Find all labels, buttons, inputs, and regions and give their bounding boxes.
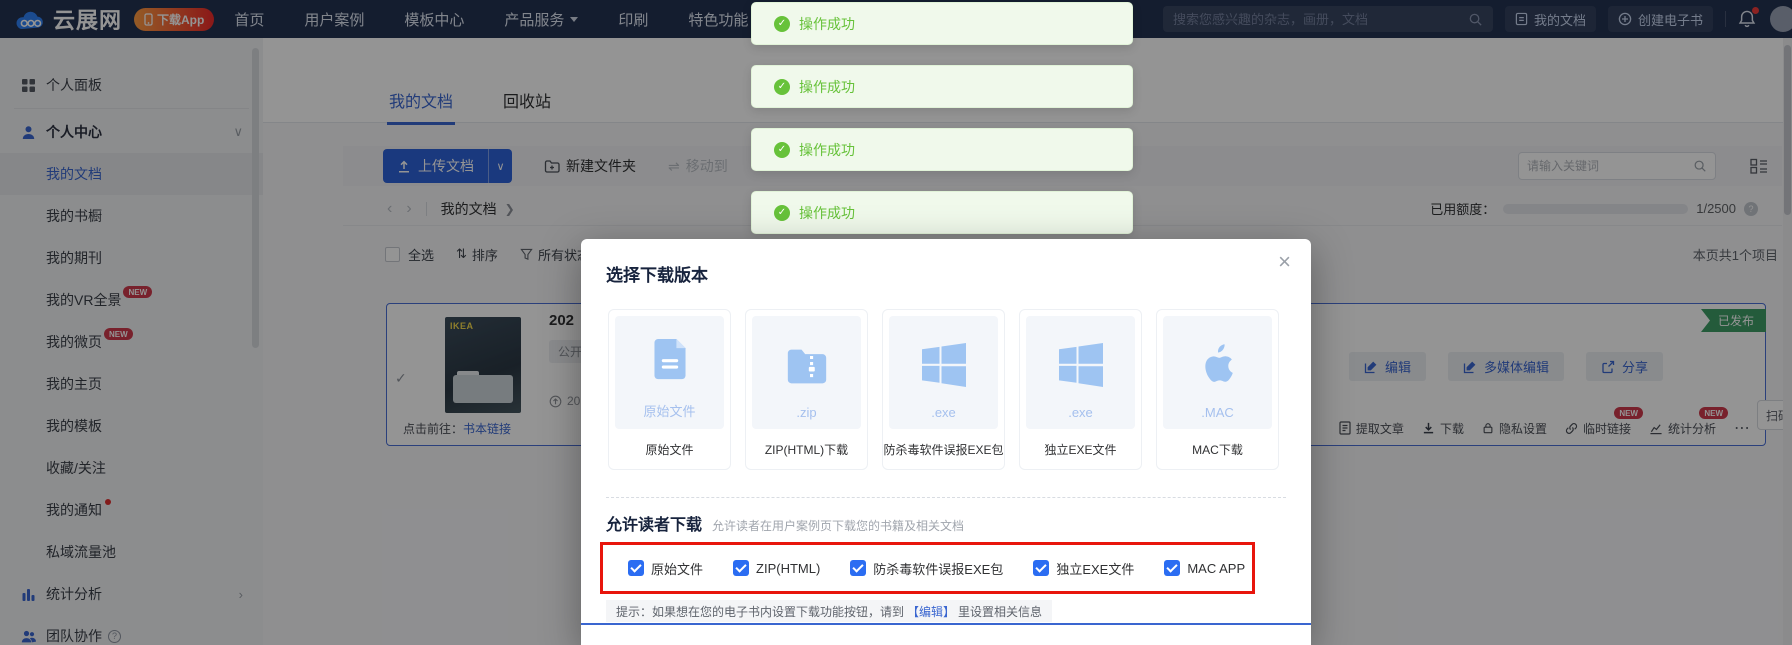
option-caption: 独立EXE文件 xyxy=(1020,441,1141,458)
checkbox-label: 原始文件 xyxy=(651,559,703,578)
option-caption: ZIP(HTML)下载 xyxy=(746,441,867,458)
dashed-divider xyxy=(606,497,1286,498)
toast-message: 操作成功 xyxy=(799,140,855,160)
success-toast: ✓ 操作成功 xyxy=(751,191,1133,234)
success-check-icon: ✓ xyxy=(774,16,790,32)
apple-icon xyxy=(1198,341,1238,392)
option-panel: .MAC xyxy=(1163,316,1272,429)
checkbox-label: 防杀毒软件误报EXE包 xyxy=(873,559,1003,578)
success-toast: ✓ 操作成功 xyxy=(751,65,1133,108)
toast-message: 操作成功 xyxy=(799,77,855,97)
success-toast: ✓ 操作成功 xyxy=(751,2,1133,45)
allow-description: 允许读者在用户案例页下载您的书籍及相关文档 xyxy=(712,517,964,534)
success-toast: ✓ 操作成功 xyxy=(751,128,1133,171)
checkbox-checked-icon[interactable] xyxy=(850,560,866,576)
modal-title: 选择下载版本 xyxy=(606,261,708,286)
checkbox-standalone-exe[interactable]: 独立EXE文件 xyxy=(1033,559,1134,578)
option-tag: .MAC xyxy=(1201,405,1234,420)
close-icon[interactable]: × xyxy=(1278,251,1291,273)
option-panel: .exe xyxy=(1026,316,1135,429)
checkbox-label: 独立EXE文件 xyxy=(1056,559,1134,578)
allow-download-section: 允许读者下载 允许读者在用户案例页下载您的书籍及相关文档 xyxy=(606,511,964,535)
modal-divider xyxy=(581,623,1311,625)
option-antivirus-exe[interactable]: .exe 防杀毒软件误报EXE包 xyxy=(882,309,1005,470)
option-panel: .exe xyxy=(889,316,998,429)
option-caption: 防杀毒软件误报EXE包 xyxy=(883,441,1004,458)
download-version-modal: × 选择下载版本 原始文件 原始文件 .zip ZIP xyxy=(581,239,1311,645)
option-mac[interactable]: .MAC MAC下载 xyxy=(1156,309,1279,470)
tip-text: 提示：如果想在您的电子书内设置下载功能按钮，请到 xyxy=(616,603,904,620)
option-original-file[interactable]: 原始文件 原始文件 xyxy=(608,309,731,470)
windows-icon xyxy=(1059,343,1103,392)
option-standalone-exe[interactable]: .exe 独立EXE文件 xyxy=(1019,309,1142,470)
option-panel: .zip xyxy=(752,316,861,429)
checkbox-antivirus-exe[interactable]: 防杀毒软件误报EXE包 xyxy=(850,559,1003,578)
toast-message: 操作成功 xyxy=(799,203,855,223)
option-caption: 原始文件 xyxy=(609,441,730,458)
download-options: 原始文件 原始文件 .zip ZIP(HTML)下载 .ex xyxy=(608,309,1279,470)
option-zip[interactable]: .zip ZIP(HTML)下载 xyxy=(745,309,868,470)
option-tag: 原始文件 xyxy=(643,401,695,420)
option-panel: 原始文件 xyxy=(615,316,724,429)
windows-icon xyxy=(922,343,966,392)
option-tag: .exe xyxy=(931,405,956,420)
app-window: 云展网 下载App 首页 用户案例 模板中心 产品服务 印刷 特色功能 我的文档 xyxy=(0,0,1792,645)
option-tag: .zip xyxy=(796,405,816,420)
tip-text: 里设置相关信息 xyxy=(958,603,1042,620)
checkbox-checked-icon[interactable] xyxy=(628,560,644,576)
allow-heading: 允许读者下载 xyxy=(606,511,702,535)
toast-message: 操作成功 xyxy=(799,14,855,34)
checkbox-checked-icon[interactable] xyxy=(733,560,749,576)
success-check-icon: ✓ xyxy=(774,142,790,158)
tip-edit-link[interactable]: 【编辑】 xyxy=(907,603,955,620)
checkbox-checked-icon[interactable] xyxy=(1164,560,1180,576)
checkbox-mac-app[interactable]: MAC APP xyxy=(1164,560,1245,576)
success-check-icon: ✓ xyxy=(774,205,790,221)
checkbox-label: MAC APP xyxy=(1187,561,1245,576)
tip-bar: 提示：如果想在您的电子书内设置下载功能按钮，请到 【编辑】 里设置相关信息 xyxy=(606,600,1052,622)
zip-folder-icon xyxy=(784,345,830,392)
file-icon xyxy=(649,337,691,388)
checkbox-original-file[interactable]: 原始文件 xyxy=(628,559,703,578)
option-tag: .exe xyxy=(1068,405,1093,420)
checkbox-checked-icon[interactable] xyxy=(1033,560,1049,576)
checkbox-label: ZIP(HTML) xyxy=(756,561,820,576)
allow-checkboxes-highlight: 原始文件 ZIP(HTML) 防杀毒软件误报EXE包 独立EXE文件 MAC A… xyxy=(600,542,1255,594)
checkbox-zip-html[interactable]: ZIP(HTML) xyxy=(733,560,820,576)
success-check-icon: ✓ xyxy=(774,79,790,95)
option-caption: MAC下载 xyxy=(1157,441,1278,458)
